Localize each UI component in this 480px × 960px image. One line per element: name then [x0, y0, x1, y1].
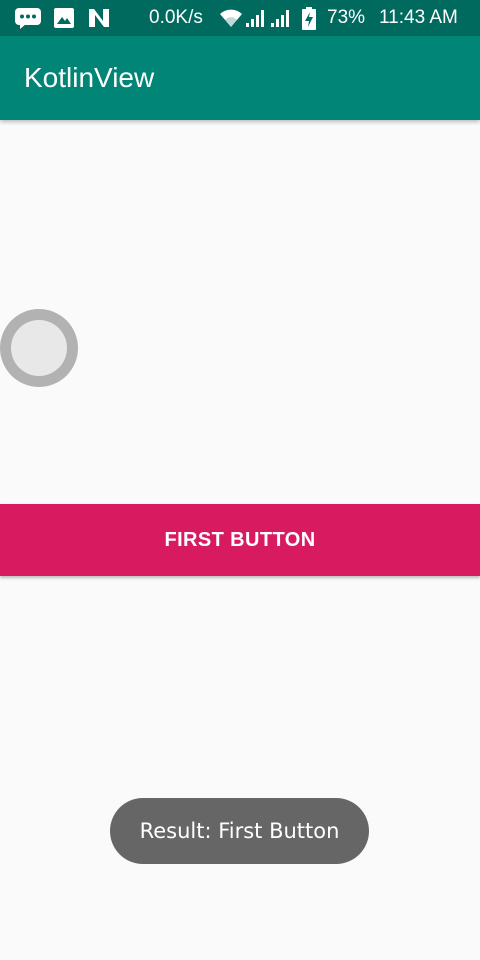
- first-button[interactable]: FIRST BUTTON: [0, 504, 480, 576]
- radio-button[interactable]: [0, 309, 78, 387]
- message-icon: [14, 7, 42, 34]
- toast-message: Result: First Button: [110, 798, 369, 864]
- clock: 11:43 AM: [379, 7, 458, 28]
- app-title: KotlinView: [24, 62, 155, 93]
- n-notification-icon: [87, 7, 111, 34]
- signal-icon: [245, 7, 267, 34]
- network-speed: 0.0K/s: [149, 7, 203, 28]
- signal-icon: [270, 7, 292, 34]
- screen: 0.0K/s 73% 11:43 AM KotlinView FIRST BUT…: [0, 0, 480, 960]
- battery-percent: 73%: [327, 7, 366, 28]
- status-bar: 0.0K/s 73% 11:43 AM: [0, 0, 480, 36]
- app-bar: KotlinView: [0, 36, 480, 120]
- radio-button-inner: [11, 320, 67, 376]
- wifi-icon: [219, 7, 243, 34]
- battery-charging-icon: [301, 7, 317, 36]
- image-icon: [53, 7, 75, 34]
